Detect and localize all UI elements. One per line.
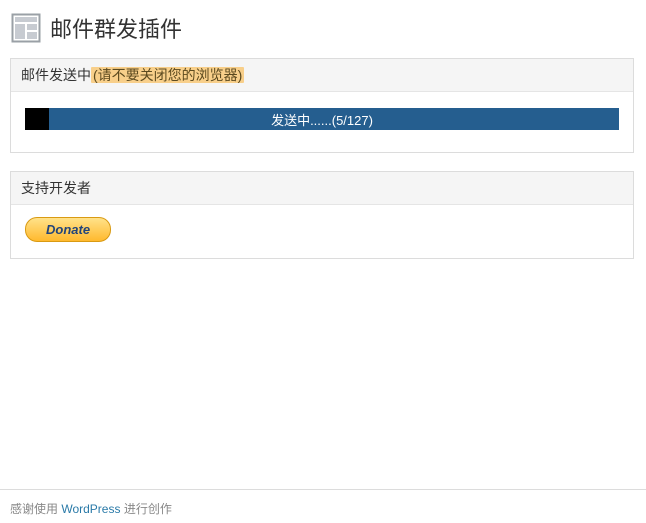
footer-link[interactable]: WordPress xyxy=(61,502,120,516)
footer-suffix: 进行创作 xyxy=(120,502,171,516)
status-text: 邮件发送中 xyxy=(21,67,91,83)
sending-panel-header: 邮件发送中(请不要关闭您的浏览器) xyxy=(11,59,633,92)
page-header: 邮件群发插件 xyxy=(10,12,634,44)
status-warning: (请不要关闭您的浏览器) xyxy=(91,67,244,83)
progress-label: 发送中......(5/127) xyxy=(25,110,619,129)
sending-panel: 邮件发送中(请不要关闭您的浏览器) 发送中......(5/127) xyxy=(10,58,634,153)
support-panel-title: 支持开发者 xyxy=(11,172,633,205)
page-title: 邮件群发插件 xyxy=(50,12,182,44)
support-panel: 支持开发者 Donate xyxy=(10,171,634,259)
progress-bar: 发送中......(5/127) xyxy=(25,108,619,130)
donate-button[interactable]: Donate xyxy=(25,217,111,242)
plugin-icon xyxy=(10,12,42,44)
footer: 感谢使用 WordPress 进行创作 xyxy=(0,490,646,523)
footer-prefix: 感谢使用 xyxy=(10,502,61,516)
